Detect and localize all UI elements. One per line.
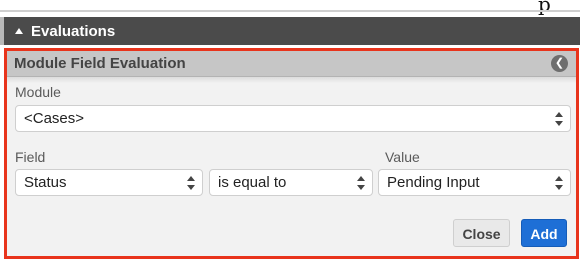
module-label: Module (15, 84, 61, 100)
evaluations-section-header[interactable]: Evaluations (0, 17, 580, 45)
field-select-value: Status (24, 174, 67, 191)
value-label: Value (385, 149, 420, 165)
header-shadow (7, 77, 576, 83)
caret-up-icon[interactable] (15, 28, 23, 34)
top-strip: p (0, 0, 580, 16)
panel-title: Module Field Evaluation (14, 55, 186, 72)
section-title: Evaluations (31, 22, 116, 40)
module-select-value: <Cases> (24, 110, 85, 127)
up-down-arrows-icon (187, 176, 195, 190)
clipped-heading-glyph: p (538, 0, 551, 16)
value-select[interactable]: Pending Input (378, 169, 571, 196)
up-down-arrows-icon (357, 176, 365, 190)
operator-select-value: is equal to (218, 174, 287, 191)
operator-select[interactable]: is equal to (209, 169, 373, 196)
value-select-value: Pending Input (387, 174, 480, 191)
add-button[interactable]: Add (521, 219, 567, 247)
field-select[interactable]: Status (15, 169, 203, 196)
close-button[interactable]: Close (453, 219, 510, 247)
divider-line (0, 10, 580, 12)
circle-chevron-left-icon[interactable]: ❮ (551, 55, 568, 72)
panel-header: Module Field Evaluation ❮ (7, 51, 576, 77)
field-label: Field (15, 149, 46, 165)
up-down-arrows-icon (555, 176, 563, 190)
module-field-evaluation-panel: Module Field Evaluation ❮ Module <Cases>… (4, 48, 579, 259)
up-down-arrows-icon (555, 112, 563, 126)
module-select[interactable]: <Cases> (15, 105, 571, 132)
